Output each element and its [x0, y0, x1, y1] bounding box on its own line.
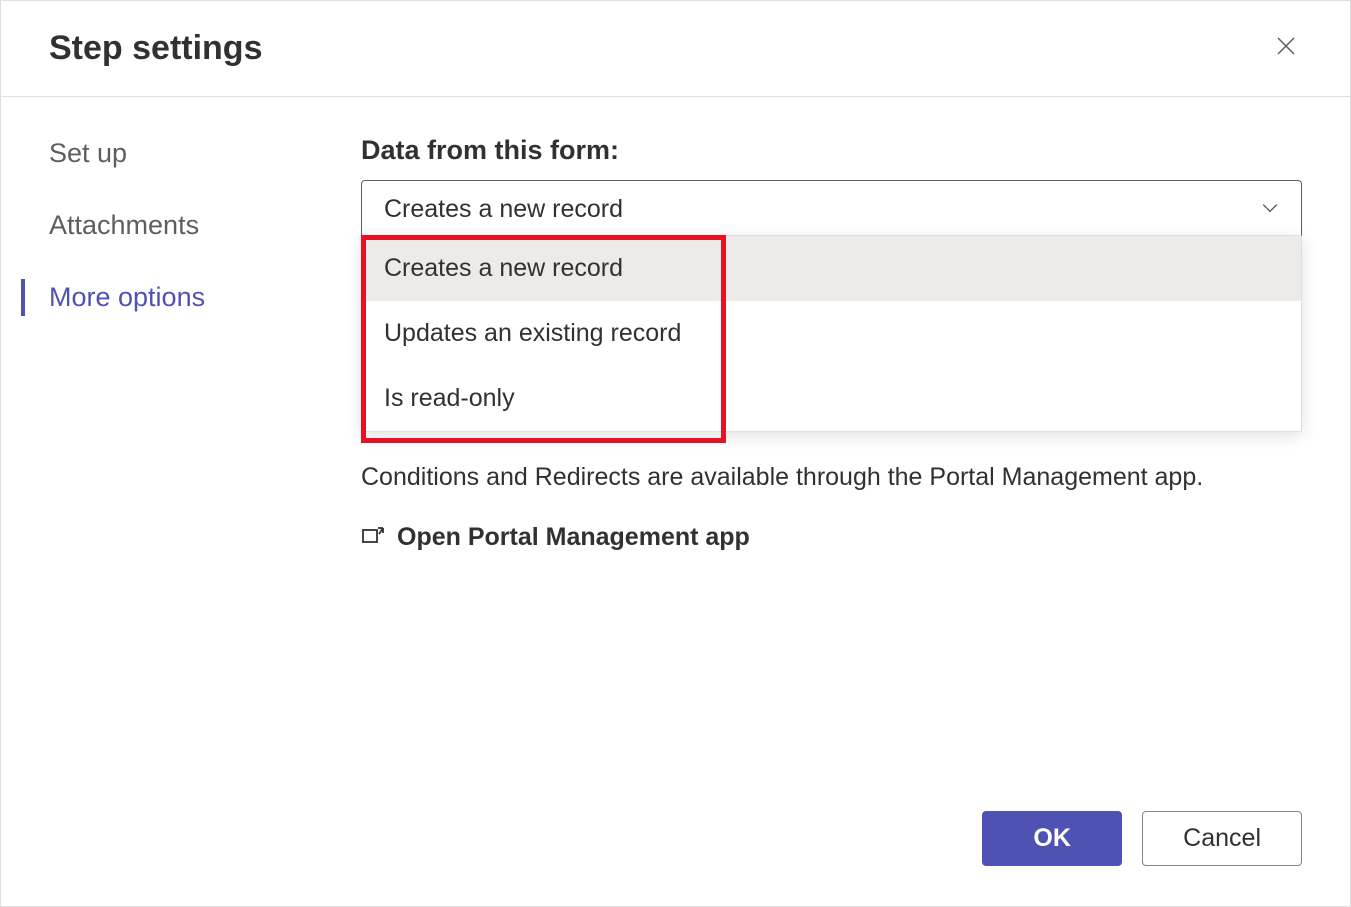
dialog-body: Set up Attachments More options Data fro… — [1, 97, 1350, 787]
external-link-icon — [361, 525, 385, 550]
dropdown-option-updates-existing[interactable]: Updates an existing record — [362, 301, 1301, 366]
content-area: Data from this form: Creates a new recor… — [361, 135, 1350, 787]
dropdown-option-creates-new[interactable]: Creates a new record — [362, 236, 1301, 301]
sidebar-item-more-options[interactable]: More options — [21, 279, 361, 317]
data-from-form-select[interactable]: Creates a new record — [361, 180, 1302, 239]
close-button[interactable] — [1270, 33, 1302, 65]
link-text: Open Portal Management app — [397, 523, 750, 552]
dialog-footer: OK Cancel — [1, 787, 1350, 906]
select-value: Creates a new record — [384, 195, 623, 224]
open-portal-management-link[interactable]: Open Portal Management app — [361, 523, 1302, 552]
chevron-down-icon — [1261, 195, 1279, 224]
sidebar-item-setup[interactable]: Set up — [37, 135, 361, 173]
sidebar-item-attachments[interactable]: Attachments — [37, 207, 361, 245]
cancel-button[interactable]: Cancel — [1142, 811, 1302, 866]
close-icon — [1274, 34, 1298, 63]
dialog-header: Step settings — [1, 1, 1350, 97]
field-label-data-from-form: Data from this form: — [361, 135, 1302, 166]
step-settings-dialog: Step settings Set up Attachments More op… — [0, 0, 1351, 907]
ok-button[interactable]: OK — [982, 811, 1122, 866]
dropdown-option-read-only[interactable]: Is read-only — [362, 366, 1301, 431]
dialog-title: Step settings — [49, 29, 262, 68]
info-text: Conditions and Redirects are available t… — [361, 459, 1302, 497]
sidebar: Set up Attachments More options — [1, 135, 361, 787]
dropdown-menu: Creates a new record Updates an existing… — [361, 235, 1302, 432]
